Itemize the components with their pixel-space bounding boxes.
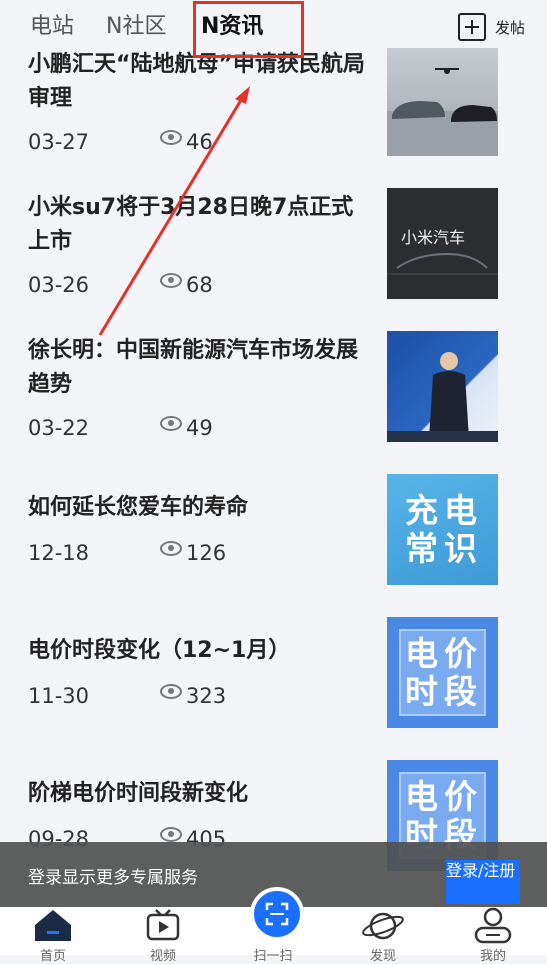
tab-profile[interactable]: 我的 [458,907,528,964]
annotation-arrow [98,86,250,336]
login-register-button[interactable]: 登录/注册 [446,860,520,904]
tab-video[interactable]: 视频 [128,907,198,964]
home-icon [35,910,71,941]
bottom-tab-bar: 首页 视频 扫一扫 发现 我的 [0,887,547,964]
profile-icon [474,907,512,944]
tab-home[interactable]: 首页 [18,907,88,964]
login-banner-message: 登录显示更多专属服务 [28,868,198,888]
video-icon [146,909,180,941]
planet-icon [362,912,404,940]
scan-icon [265,902,289,926]
tab-discover[interactable]: 发现 [348,907,418,964]
scan-button[interactable] [250,887,304,941]
